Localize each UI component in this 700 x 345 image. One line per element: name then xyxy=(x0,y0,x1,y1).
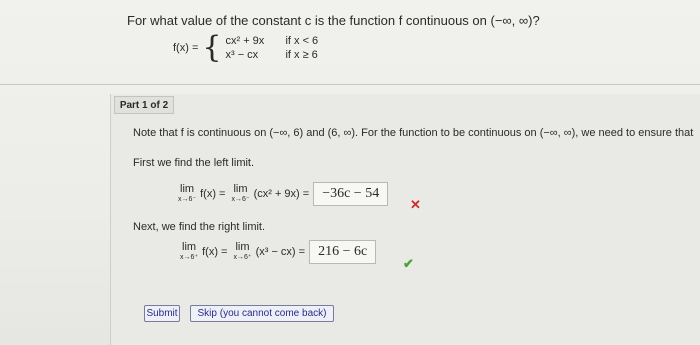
function-definition: f(x) = { cx² + 9x if x < 6 x³ − cx if x … xyxy=(173,33,318,63)
left-limit-row: lim x→6⁻ f(x) = lim x→6⁻ (cx² + 9x) = −3… xyxy=(178,182,389,206)
left-lim-1: lim x→6⁻ xyxy=(178,182,197,205)
right-limit-row: lim x→6⁺ f(x) = lim x→6⁺ (x³ − cx) = 216… xyxy=(180,240,377,264)
part-label: Part 1 of 2 xyxy=(114,96,174,114)
section-divider xyxy=(0,84,700,85)
left-expr: (cx² + 9x) = xyxy=(253,188,310,200)
right-expr: (x³ − cx) = xyxy=(255,246,306,258)
right-lim-2: lim x→6⁺ xyxy=(233,240,252,263)
check-icon: ✔ xyxy=(403,256,414,271)
brace-symbol: { xyxy=(202,30,222,65)
right-lim-1: lim x→6⁺ xyxy=(180,240,199,263)
left-limit-intro: First we find the left limit. xyxy=(133,157,255,169)
note-text: Note that f is continuous on (−∞, 6) and… xyxy=(133,127,694,139)
function-cases: cx² + 9x if x < 6 x³ − cx if x ≥ 6 xyxy=(225,35,318,61)
submit-button[interactable]: Submit xyxy=(144,305,180,322)
case-2-cond: if x ≥ 6 xyxy=(285,49,318,61)
x-icon: ✕ xyxy=(410,197,421,212)
lim-word: lim xyxy=(233,182,248,195)
case-1-cond: if x < 6 xyxy=(285,35,319,47)
case-2-expr: x³ − cx xyxy=(225,49,259,61)
lim-subscript: x→6⁺ xyxy=(233,253,252,261)
left-fx: f(x) = xyxy=(200,188,226,200)
right-limit-intro: Next, we find the right limit. xyxy=(133,221,266,233)
lim-word: lim xyxy=(182,240,197,253)
function-lhs: f(x) = xyxy=(173,42,199,54)
left-lim-2: lim x→6⁻ xyxy=(231,182,250,205)
lim-word: lim xyxy=(235,240,250,253)
right-fx: f(x) = xyxy=(202,246,228,258)
page: For what value of the constant c is the … xyxy=(0,0,700,345)
skip-button[interactable]: Skip (you cannot come back) xyxy=(190,305,334,322)
lim-subscript: x→6⁻ xyxy=(231,195,250,203)
case-1-expr: cx² + 9x xyxy=(225,35,265,47)
lim-word: lim xyxy=(180,182,195,195)
left-limit-answer-field[interactable]: −36c − 54 xyxy=(313,182,389,206)
right-limit-answer-field[interactable]: 216 − 6c xyxy=(309,240,377,264)
lim-subscript: x→6⁻ xyxy=(178,195,197,203)
question-text: For what value of the constant c is the … xyxy=(127,13,540,28)
lim-subscript: x→6⁺ xyxy=(180,253,199,261)
